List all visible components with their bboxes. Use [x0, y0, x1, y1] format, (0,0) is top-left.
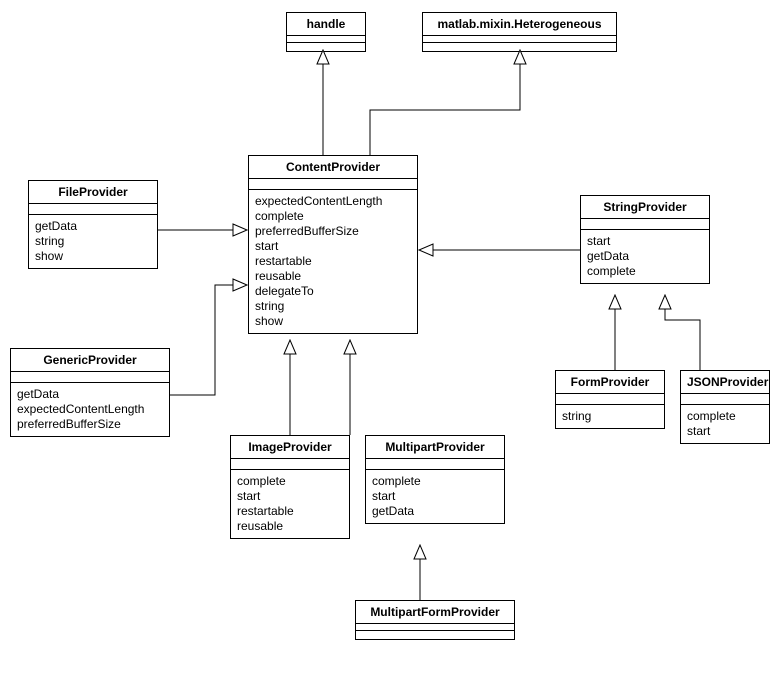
operation: preferredBufferSize: [17, 417, 163, 432]
operation: complete: [237, 474, 343, 489]
operation: getData: [17, 387, 163, 402]
class-form-provider: FormProvider string: [555, 370, 665, 429]
class-name: JSONProvider: [681, 371, 769, 394]
class-attributes: [356, 624, 514, 631]
operation: start: [587, 234, 703, 249]
class-operations: complete start getData: [366, 470, 504, 523]
class-name: MultipartProvider: [366, 436, 504, 459]
operation: getData: [587, 249, 703, 264]
operation: reusable: [237, 519, 343, 534]
class-name: matlab.mixin.Heterogeneous: [423, 13, 616, 36]
operation: start: [255, 239, 411, 254]
class-operations: getData string show: [29, 215, 157, 268]
class-name: GenericProvider: [11, 349, 169, 372]
class-operations: expectedContentLength complete preferred…: [249, 190, 417, 333]
operation: restartable: [255, 254, 411, 269]
class-name: FileProvider: [29, 181, 157, 204]
class-operations: [423, 43, 616, 51]
class-attributes: [681, 394, 769, 405]
operation: string: [562, 409, 658, 424]
rel-contentprovider-heterogeneous: [370, 50, 520, 155]
operation: string: [255, 299, 411, 314]
class-attributes: [366, 459, 504, 470]
operation: show: [255, 314, 411, 329]
class-attributes: [11, 372, 169, 383]
class-operations: getData expectedContentLength preferredB…: [11, 383, 169, 436]
operation: start: [237, 489, 343, 504]
class-attributes: [287, 36, 365, 43]
class-multipart-provider: MultipartProvider complete start getData: [365, 435, 505, 524]
operation: preferredBufferSize: [255, 224, 411, 239]
class-attributes: [423, 36, 616, 43]
operation: show: [35, 249, 151, 264]
class-attributes: [231, 459, 349, 470]
operation: getData: [35, 219, 151, 234]
class-operations: complete start: [681, 405, 769, 443]
operation: string: [35, 234, 151, 249]
class-name: StringProvider: [581, 196, 709, 219]
class-attributes: [556, 394, 664, 405]
class-operations: [356, 631, 514, 639]
operation: expectedContentLength: [255, 194, 411, 209]
class-json-provider: JSONProvider complete start: [680, 370, 770, 444]
operation: expectedContentLength: [17, 402, 163, 417]
class-name: FormProvider: [556, 371, 664, 394]
class-name: handle: [287, 13, 365, 36]
class-operations: string: [556, 405, 664, 428]
class-heterogeneous: matlab.mixin.Heterogeneous: [422, 12, 617, 52]
uml-diagram: handle matlab.mixin.Heterogeneous Conten…: [0, 0, 775, 675]
operation: complete: [255, 209, 411, 224]
class-generic-provider: GenericProvider getData expectedContentL…: [10, 348, 170, 437]
class-operations: complete start restartable reusable: [231, 470, 349, 538]
operation: restartable: [237, 504, 343, 519]
class-name: ImageProvider: [231, 436, 349, 459]
operation: complete: [687, 409, 763, 424]
class-name: MultipartFormProvider: [356, 601, 514, 624]
operation: getData: [372, 504, 498, 519]
class-content-provider: ContentProvider expectedContentLength co…: [248, 155, 418, 334]
class-handle: handle: [286, 12, 366, 52]
class-attributes: [29, 204, 157, 215]
operation: delegateTo: [255, 284, 411, 299]
class-string-provider: StringProvider start getData complete: [580, 195, 710, 284]
class-name: ContentProvider: [249, 156, 417, 179]
class-multipart-form-provider: MultipartFormProvider: [355, 600, 515, 640]
class-operations: start getData complete: [581, 230, 709, 283]
class-image-provider: ImageProvider complete start restartable…: [230, 435, 350, 539]
operation: complete: [372, 474, 498, 489]
rel-genericprovider-contentprovider: [170, 285, 247, 395]
operation: start: [687, 424, 763, 439]
class-file-provider: FileProvider getData string show: [28, 180, 158, 269]
operation: complete: [587, 264, 703, 279]
operation: reusable: [255, 269, 411, 284]
operation: start: [372, 489, 498, 504]
rel-jsonprovider-stringprovider: [665, 295, 700, 370]
class-attributes: [581, 219, 709, 230]
connectors: [0, 0, 775, 675]
class-operations: [287, 43, 365, 51]
class-attributes: [249, 179, 417, 190]
